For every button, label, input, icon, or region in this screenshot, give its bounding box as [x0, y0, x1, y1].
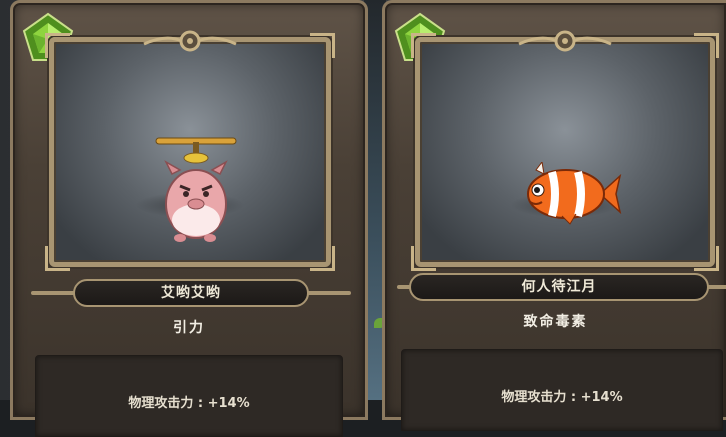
pet-skill: 致命毒素	[523, 314, 588, 330]
clownfish-icon	[522, 160, 622, 226]
pet-portrait-frame	[411, 30, 719, 271]
helicopter-pig-icon	[150, 134, 242, 244]
pet-name: 何人待江月	[409, 273, 709, 301]
pet-name: 艾哟艾哟	[73, 279, 309, 307]
pet-skill: 引力	[173, 320, 205, 336]
pet-card-1[interactable]: 艾哟艾哟 引力 物理攻击力 : +14%	[10, 0, 368, 437]
stat-line: 物理攻击力 : +14%	[128, 396, 250, 411]
frame-ornament-icon	[517, 30, 613, 52]
pet-portrait-frame	[45, 30, 335, 271]
stat-line: 物理攻击力 : +14%	[501, 390, 623, 405]
pet-card-2[interactable]: 何人待江月 致命毒素 物理攻击力 : +14%	[382, 0, 726, 431]
stats-panel: 物理攻击力 : +14%	[401, 349, 723, 431]
stats-panel: 物理攻击力 : +14%	[35, 355, 343, 437]
frame-ornament-icon	[142, 30, 238, 52]
